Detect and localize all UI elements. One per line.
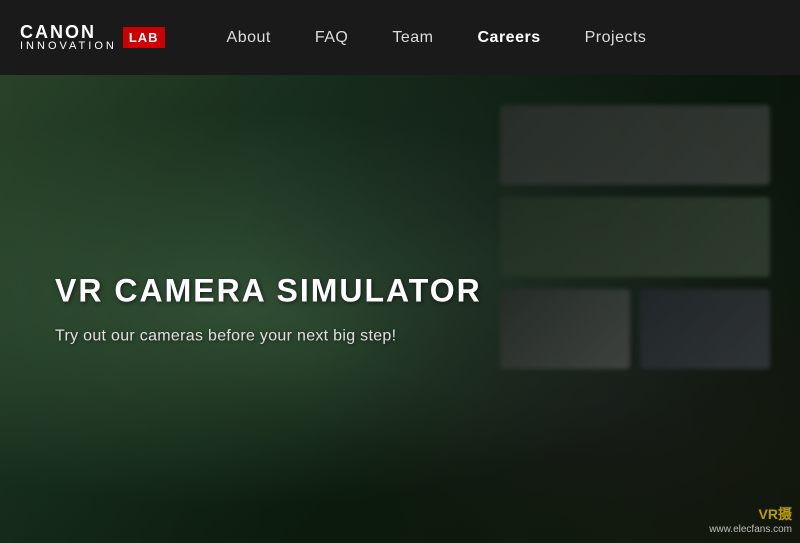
watermark-text: VR摄 bbox=[709, 504, 792, 524]
logo-text: CANON INNOVATION bbox=[20, 23, 117, 52]
camera-thumbnails bbox=[500, 105, 770, 369]
thumb-3 bbox=[500, 289, 630, 369]
thumb-row-bottom bbox=[500, 289, 770, 369]
nav-item-careers[interactable]: Careers bbox=[456, 29, 563, 47]
nav-item-about[interactable]: About bbox=[205, 29, 293, 47]
hero-subtitle: Try out our cameras before your next big… bbox=[55, 328, 482, 346]
innovation-wordmark: INNOVATION bbox=[20, 41, 117, 52]
watermark: VR摄 www.elecfans.com bbox=[709, 504, 792, 535]
thumb-4 bbox=[640, 289, 770, 369]
nav-link-faq[interactable]: FAQ bbox=[293, 29, 371, 46]
nav-link-team[interactable]: Team bbox=[370, 29, 455, 46]
hero-section: VR CAMERA SIMULATOR Try out our cameras … bbox=[0, 75, 800, 543]
nav-item-projects[interactable]: Projects bbox=[563, 29, 669, 47]
thumb-inner-3 bbox=[500, 289, 630, 369]
watermark-url: www.elecfans.com bbox=[709, 524, 792, 535]
thumb-1 bbox=[500, 105, 770, 185]
thumb-2 bbox=[500, 197, 770, 277]
thumb-inner-1 bbox=[500, 105, 770, 185]
canon-wordmark: CANON bbox=[20, 23, 117, 41]
logo[interactable]: CANON INNOVATION LAB bbox=[20, 23, 165, 52]
nav-item-faq[interactable]: FAQ bbox=[293, 29, 371, 47]
hero-content: VR CAMERA SIMULATOR Try out our cameras … bbox=[55, 273, 482, 346]
nav-link-about[interactable]: About bbox=[205, 29, 293, 46]
nav-link-projects[interactable]: Projects bbox=[563, 29, 669, 46]
nav-link-careers[interactable]: Careers bbox=[456, 29, 563, 46]
hero-title: VR CAMERA SIMULATOR bbox=[55, 273, 482, 310]
lab-badge: LAB bbox=[123, 27, 165, 48]
thumb-inner-4 bbox=[640, 289, 770, 369]
navbar: CANON INNOVATION LAB About FAQ Team Care… bbox=[0, 0, 800, 75]
nav-links: About FAQ Team Careers Projects bbox=[205, 29, 669, 47]
thumb-inner-2 bbox=[500, 197, 770, 277]
nav-item-team[interactable]: Team bbox=[370, 29, 455, 47]
